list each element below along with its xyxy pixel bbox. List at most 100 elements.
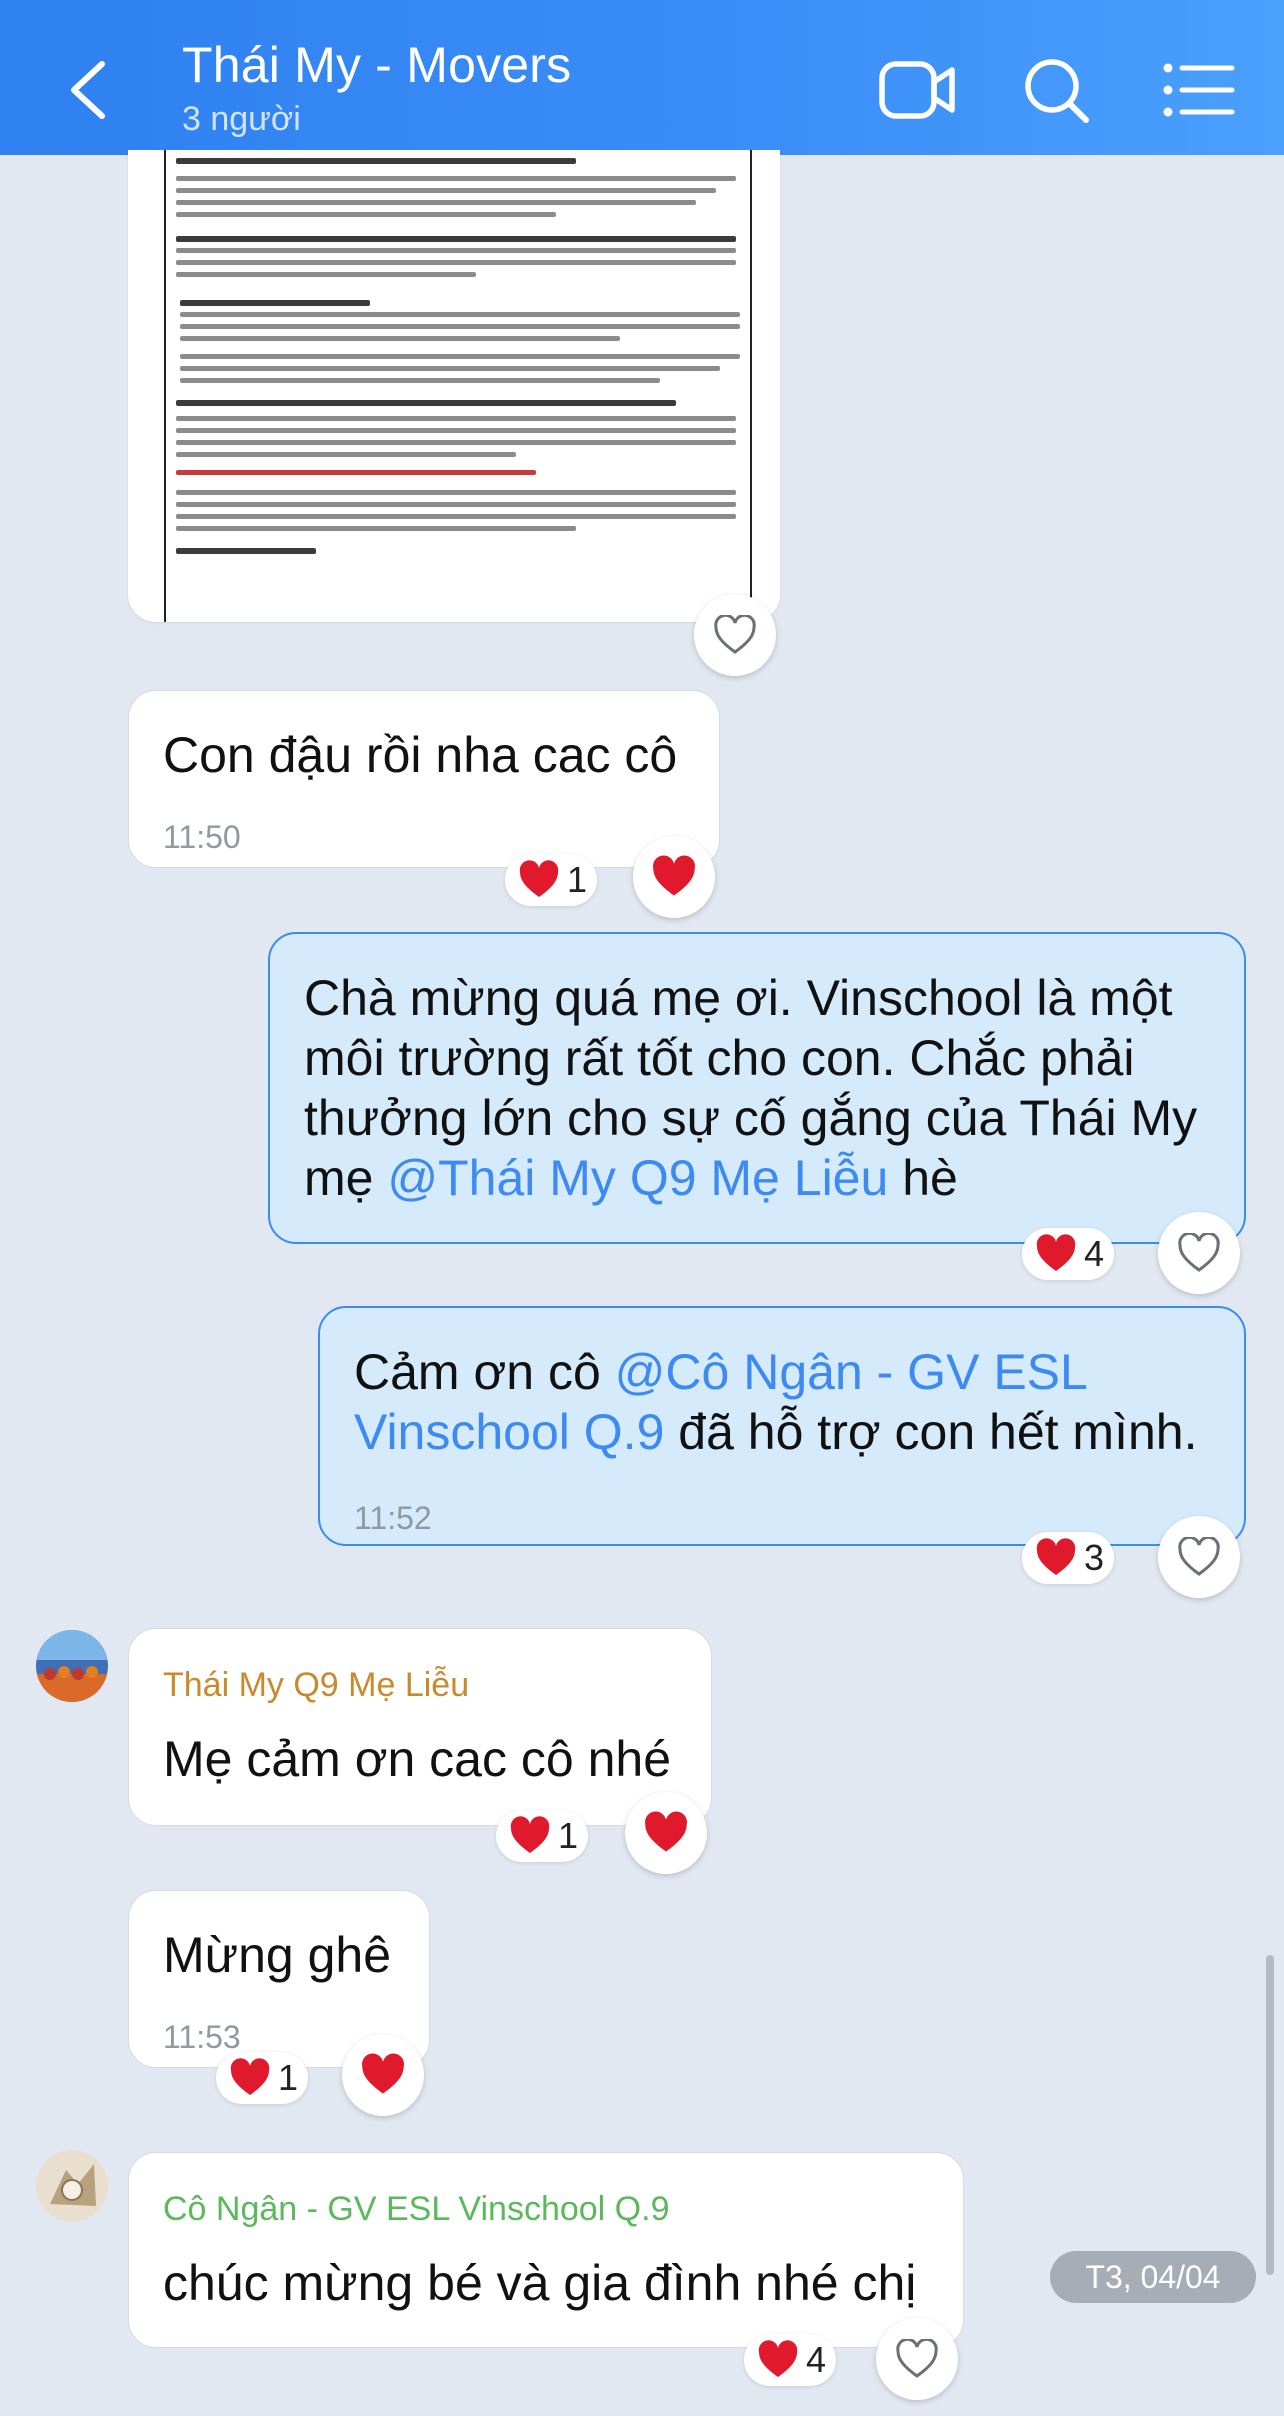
mention-link[interactable]: Vinschool Q.9	[354, 1404, 664, 1460]
reaction-count[interactable]: 3	[1022, 1532, 1115, 1584]
like-button[interactable]	[694, 594, 776, 676]
heart-icon	[645, 1811, 687, 1852]
reaction-count-label: 1	[567, 859, 588, 900]
message-bubble[interactable]: Cảm ơn cô @Cô Ngân - GV ESL Vinschool Q.…	[318, 1306, 1246, 1546]
message-bubble[interactable]: Chà mừng quá mẹ ơi. Vinschool là một môi…	[268, 932, 1246, 1244]
heart-outline-icon	[714, 615, 756, 654]
document-text-line	[176, 490, 736, 495]
message-text-line: môi trường rất tốt cho con. Chắc phải	[304, 1030, 1135, 1086]
document-text-line	[180, 300, 370, 306]
reaction-count[interactable]: 1	[505, 854, 598, 906]
reaction-count-label: 1	[278, 2057, 299, 2098]
message-text: chúc mừng bé và gia đình nhé chị	[163, 2255, 917, 2311]
member-count[interactable]: 3 người	[182, 100, 301, 139]
like-button[interactable]	[633, 836, 715, 918]
heart-icon	[1036, 1234, 1076, 1271]
document-text-line	[176, 428, 736, 433]
heart-icon	[362, 2053, 404, 2094]
message-text-line: Vinschool Q.9 đã hỗ trợ con hết mình.	[354, 1402, 1197, 1462]
text-fragment: Cảm ơn cô	[354, 1344, 615, 1400]
reaction-count[interactable]: 4	[1022, 1228, 1115, 1280]
document-text-line	[176, 236, 736, 242]
document-text-line	[180, 312, 740, 317]
heart-icon	[758, 2340, 798, 2377]
message-text-line: Cảm ơn cô @Cô Ngân - GV ESL	[354, 1342, 1088, 1402]
avatar[interactable]	[36, 2150, 108, 2222]
document-text-line	[176, 176, 736, 181]
reaction-count-label: 3	[1084, 1537, 1105, 1578]
document-text-line	[176, 200, 696, 205]
sender-name[interactable]: Cô Ngân - GV ESL Vinschool Q.9	[163, 2179, 669, 2239]
message-bubble[interactable]: Cô Ngân - GV ESL Vinschool Q.9 chúc mừng…	[128, 2152, 964, 2348]
document-text-line	[176, 502, 736, 507]
reaction-count[interactable]: 4	[744, 2334, 837, 2386]
document-text-line	[176, 452, 516, 457]
scrollbar[interactable]	[1266, 1955, 1274, 2275]
message-text: Mừng ghê	[163, 1927, 392, 1983]
heart-icon	[653, 855, 695, 896]
heart-outline-icon	[896, 2339, 938, 2378]
document-text-line	[176, 248, 736, 253]
reaction-count-label: 4	[1084, 1233, 1105, 1274]
message-time: 11:50	[163, 819, 241, 855]
document-text-line	[180, 336, 620, 341]
document-text-line	[176, 188, 716, 193]
text-fragment: đã hỗ trợ con hết mình.	[664, 1404, 1198, 1460]
sender-name[interactable]: Thái My Q9 Mẹ Liễu	[163, 1655, 469, 1715]
message-bubble[interactable]: Con đậu rồi nha cac cô 11:50	[128, 690, 720, 868]
message-text: Mẹ cảm ơn cac cô nhé	[163, 1731, 672, 1787]
document-image-message[interactable]	[128, 150, 780, 622]
heart-icon	[230, 2058, 270, 2095]
message-time: 11:52	[354, 1500, 432, 1536]
like-button[interactable]	[1158, 1516, 1240, 1598]
date-indicator: T3, 04/04	[1050, 2251, 1256, 2303]
like-button[interactable]	[876, 2318, 958, 2400]
heart-outline-icon	[1178, 1537, 1220, 1576]
document-text-line	[176, 416, 736, 421]
like-button[interactable]	[1158, 1212, 1240, 1294]
document-text-line	[176, 526, 576, 531]
document-text-line	[176, 212, 556, 217]
reaction-count[interactable]: 1	[496, 1810, 589, 1862]
text-fragment: hè	[888, 1150, 958, 1206]
heart-outline-icon	[1178, 1233, 1220, 1272]
document-text-line	[180, 378, 660, 383]
menu-list-icon[interactable]	[1160, 56, 1240, 126]
document-text-line	[180, 366, 720, 371]
reaction-count-label: 1	[558, 1815, 579, 1856]
document-text-line	[176, 440, 736, 445]
reaction-count[interactable]: 1	[216, 2052, 309, 2104]
document-text-line	[176, 548, 316, 554]
video-call-icon[interactable]	[878, 56, 958, 126]
document-text-line	[176, 400, 676, 406]
mention-link[interactable]: @Thái My Q9 Mẹ Liễu	[387, 1150, 888, 1206]
group-photo-avatar-icon	[36, 1630, 108, 1702]
message-text-line: thưởng lớn cho sự cố gắng của Thái My	[304, 1090, 1198, 1146]
profile-photo-avatar-icon	[36, 2150, 108, 2222]
chat-header: Thái My - Movers 3 người	[0, 0, 1284, 155]
reaction-count-label: 4	[806, 2339, 827, 2380]
document-text-line	[176, 470, 536, 475]
document-text-line	[176, 514, 736, 519]
heart-icon	[519, 860, 559, 897]
document-text-line	[180, 324, 740, 329]
like-button[interactable]	[342, 2034, 424, 2116]
text-fragment: mẹ	[304, 1150, 388, 1206]
heart-icon	[1036, 1538, 1076, 1575]
document-image	[164, 150, 752, 622]
document-text-line	[176, 260, 736, 265]
avatar[interactable]	[36, 1630, 108, 1702]
message-text-line: Chà mừng quá mẹ ơi. Vinschool là một	[304, 970, 1173, 1026]
message-text: Con đậu rồi nha cac cô	[163, 727, 678, 783]
message-bubble[interactable]: Thái My Q9 Mẹ Liễu Mẹ cảm ơn cac cô nhé	[128, 1628, 712, 1826]
mention-link[interactable]: @Cô Ngân - GV ESL	[615, 1344, 1088, 1400]
document-text-line	[176, 272, 476, 277]
message-text-line: mẹ @Thái My Q9 Mẹ Liễu hè	[304, 1148, 958, 1208]
chat-title[interactable]: Thái My - Movers	[182, 36, 571, 94]
heart-icon	[510, 1816, 550, 1853]
search-icon[interactable]	[1018, 56, 1098, 126]
like-button[interactable]	[625, 1792, 707, 1874]
document-text-line	[180, 354, 740, 359]
back-icon[interactable]	[62, 58, 116, 122]
document-text-line	[176, 158, 576, 164]
